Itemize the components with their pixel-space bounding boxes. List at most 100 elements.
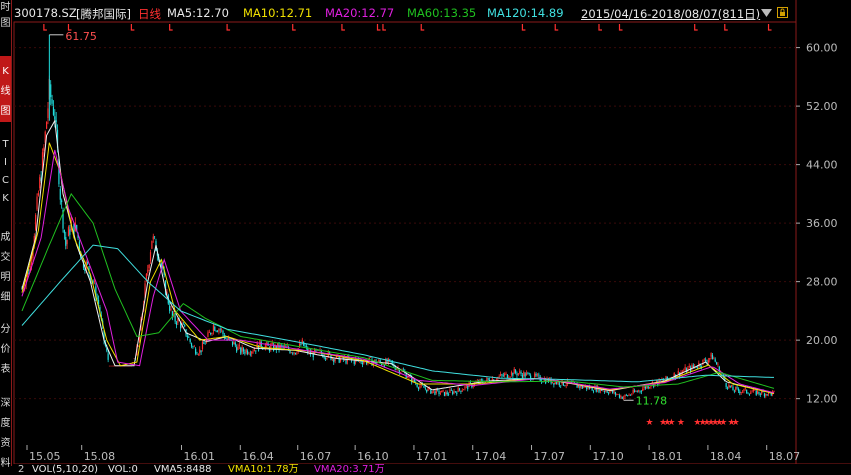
candle-body: [512, 373, 514, 376]
candle-body: [416, 384, 418, 387]
candle-body: [732, 386, 734, 391]
candle-body: [486, 377, 488, 380]
candle-body: [759, 394, 761, 395]
candle-body: [300, 343, 302, 346]
candle-body: [717, 364, 719, 365]
candle-body: [113, 365, 115, 367]
candle-body: [524, 373, 526, 377]
candle-body: [514, 370, 517, 373]
candle-body: [740, 392, 742, 393]
candle-body: [564, 385, 566, 387]
candle-body: [770, 393, 772, 396]
candle-body: [175, 322, 178, 325]
candle-body: [592, 390, 595, 392]
candle-body: [55, 120, 57, 122]
candle-body: [432, 390, 435, 391]
candle-body: [766, 394, 768, 396]
candle-body: [338, 356, 340, 363]
panel-tab[interactable]: 2: [18, 464, 24, 475]
candle-body: [560, 385, 562, 387]
x-tick-label: 18.01: [651, 450, 683, 463]
candle-body: [207, 332, 209, 337]
candle-body: [51, 99, 53, 104]
candle-body: [218, 329, 220, 332]
event-flag-icon: [376, 24, 381, 31]
candle-body: [424, 388, 426, 389]
candle-body: [93, 281, 96, 283]
candle-body: [620, 395, 622, 398]
candle-body: [735, 387, 737, 391]
candle-body: [66, 240, 68, 245]
candle-body: [87, 262, 89, 264]
candle-body: [763, 393, 766, 397]
candle-body: [186, 336, 189, 338]
candle-body: [467, 386, 469, 390]
x-tick-label: 15.08: [84, 450, 116, 463]
candle-body: [184, 325, 186, 327]
candle-body: [643, 386, 645, 389]
candle-body: [696, 367, 699, 369]
candle-body: [47, 108, 49, 118]
candle-body: [333, 359, 335, 362]
candle-body: [469, 382, 472, 384]
x-tick-label: 18.04: [710, 450, 742, 463]
x-tick-label: 17.10: [592, 450, 624, 463]
candle-body: [631, 394, 633, 395]
candle-body: [253, 349, 256, 352]
candle-body: [237, 346, 239, 350]
candle-body: [37, 192, 40, 196]
candle-body: [417, 387, 420, 389]
candle-body: [633, 390, 636, 392]
candle-body: [458, 388, 461, 391]
candle-body: [229, 338, 231, 340]
candle-body: [293, 352, 295, 354]
candle-body: [642, 388, 644, 391]
candle-body: [715, 362, 718, 365]
candle-body: [551, 382, 554, 384]
candle-body: [756, 390, 759, 394]
signal-markers: ★ ★★★ ★ ★★★★★★★ ★★: [645, 418, 739, 428]
candle-body: [746, 389, 748, 393]
candle-body: [499, 374, 502, 376]
candle-body: [583, 387, 585, 388]
candle-body: [334, 359, 336, 362]
candle-body: [199, 349, 201, 353]
candle-body: [525, 372, 528, 376]
candle-body: [214, 326, 216, 331]
candle-body: [616, 394, 618, 395]
candle-body: [147, 269, 149, 273]
event-flag-icon: [292, 24, 296, 31]
candle-body: [236, 347, 238, 352]
candle-body: [63, 230, 65, 234]
candle-body: [528, 373, 530, 374]
candle-body: [211, 333, 213, 334]
x-tick-label: 16.07: [300, 450, 332, 463]
candlestick-series: [21, 34, 775, 401]
candle-body: [542, 381, 544, 383]
candle-body: [703, 359, 705, 360]
candle-body: [244, 352, 246, 354]
candle-body: [741, 391, 744, 393]
vol-value: VOL:0: [108, 464, 138, 475]
event-flag-icon: [130, 24, 135, 31]
x-tick-label: 16.01: [184, 450, 216, 463]
candle-body: [736, 387, 738, 388]
event-flag-icon: [169, 24, 173, 31]
x-tick-label: 16.10: [357, 450, 389, 463]
kline-chart[interactable]: 61.75 11.78 ★ ★★★ ★ ★★★★★★★ ★★ 12.00 20.00 28.0…: [0, 0, 851, 464]
candle-body: [647, 386, 649, 389]
candle-body: [438, 390, 440, 395]
candle-body: [556, 382, 558, 384]
price-annotations: 61.75 11.78: [49, 30, 667, 407]
event-flag-icon: [618, 24, 623, 31]
candle-body: [152, 236, 154, 240]
candle-body: [487, 378, 489, 380]
candle-body: [688, 365, 690, 368]
event-flag-icon: [382, 24, 386, 31]
candle-body: [733, 390, 735, 392]
candle-body: [193, 346, 195, 348]
candle-body: [501, 374, 503, 376]
low-price-label: 11.78: [636, 394, 668, 407]
candle-body: [523, 372, 525, 377]
candle-body: [758, 391, 760, 394]
